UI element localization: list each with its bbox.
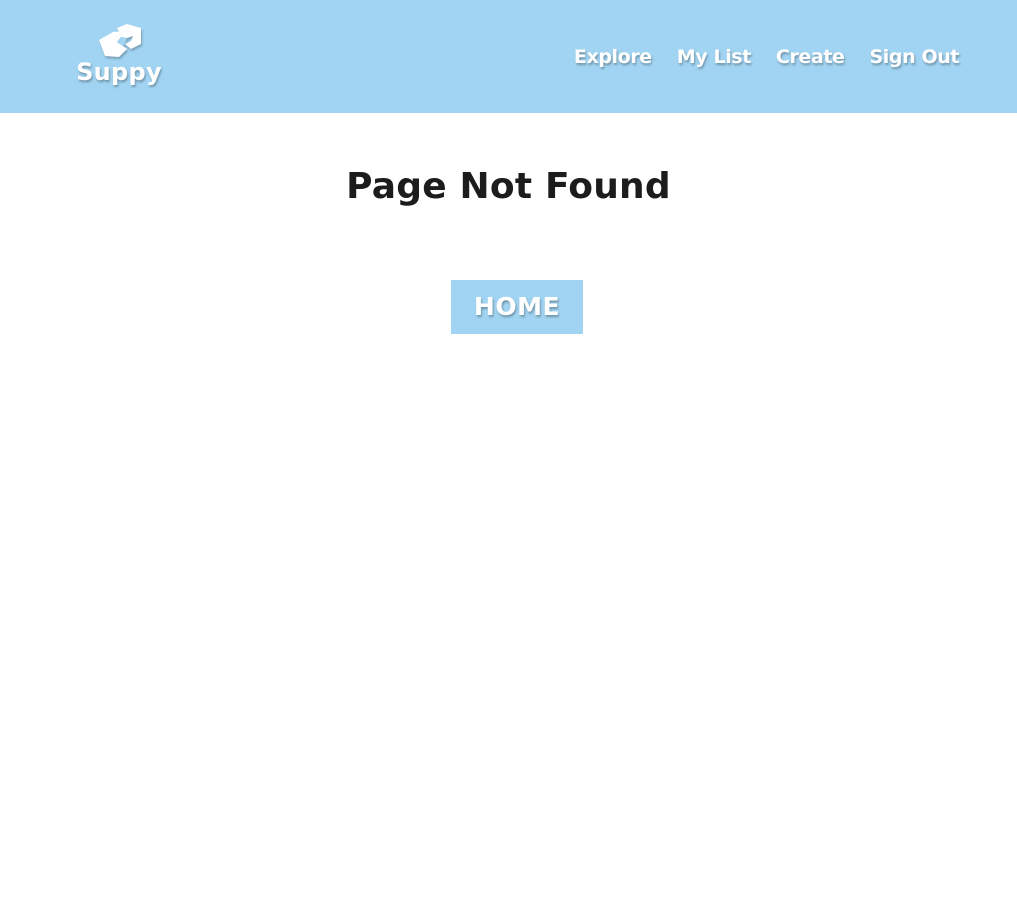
handshake-icon bbox=[97, 22, 143, 60]
nav-item-explore[interactable]: Explore bbox=[574, 42, 652, 72]
brand-name: Suppy bbox=[76, 58, 162, 86]
brand-logo-link[interactable]: Suppy bbox=[70, 20, 168, 92]
nav-item-my-list[interactable]: My List bbox=[677, 42, 752, 72]
main-nav: Explore My List Create Sign Out bbox=[574, 42, 959, 72]
nav-item-create[interactable]: Create bbox=[776, 42, 845, 72]
site-header: Suppy Explore My List Create Sign Out bbox=[0, 0, 1017, 113]
nav-item-sign-out[interactable]: Sign Out bbox=[870, 42, 960, 72]
home-button[interactable]: HOME bbox=[451, 280, 583, 334]
page-title: Page Not Found bbox=[346, 166, 671, 207]
